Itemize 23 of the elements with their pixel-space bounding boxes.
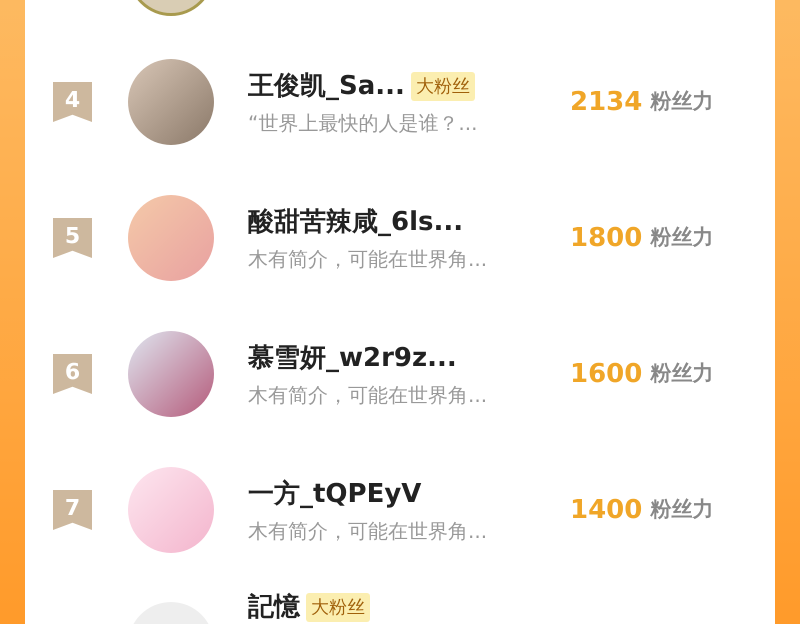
fan-level-tag: 大粉丝	[410, 72, 475, 100]
user-bio: “世界上最快的人是谁？...	[248, 110, 478, 136]
user-name: 慕雪妍_w2r9z...	[248, 342, 457, 374]
fan-score: 1600	[570, 358, 642, 390]
score-unit: 粉丝力	[650, 496, 714, 524]
user-name: 酸甜苦辣咸_6ls...	[248, 206, 464, 238]
user-name: 一方_tQPEyV	[248, 478, 422, 510]
score-unit: 粉丝力	[650, 224, 714, 252]
score-unit: 粉丝力	[650, 88, 714, 116]
fan-level-tag: 大粉丝	[306, 593, 370, 622]
user-name: 王俊凯_Sa...	[248, 70, 405, 102]
rank-flag: 6	[53, 354, 92, 394]
fan-score: 1800	[570, 222, 642, 254]
fan-score: 1400	[570, 494, 642, 526]
user-bio: 木有简介，可能在世界角...	[248, 246, 488, 272]
user-bio: 木有简介，可能在世界角...	[248, 518, 488, 544]
user-name: 記憶	[248, 591, 300, 624]
score-unit: 粉丝力	[650, 360, 714, 388]
rank-flag: 5	[53, 218, 92, 258]
rank-flag: 4	[53, 82, 92, 122]
user-bio: 木有简介，可能在世界角...	[248, 382, 488, 408]
fan-score: 2134	[570, 86, 642, 118]
rank-flag: 7	[53, 490, 92, 530]
